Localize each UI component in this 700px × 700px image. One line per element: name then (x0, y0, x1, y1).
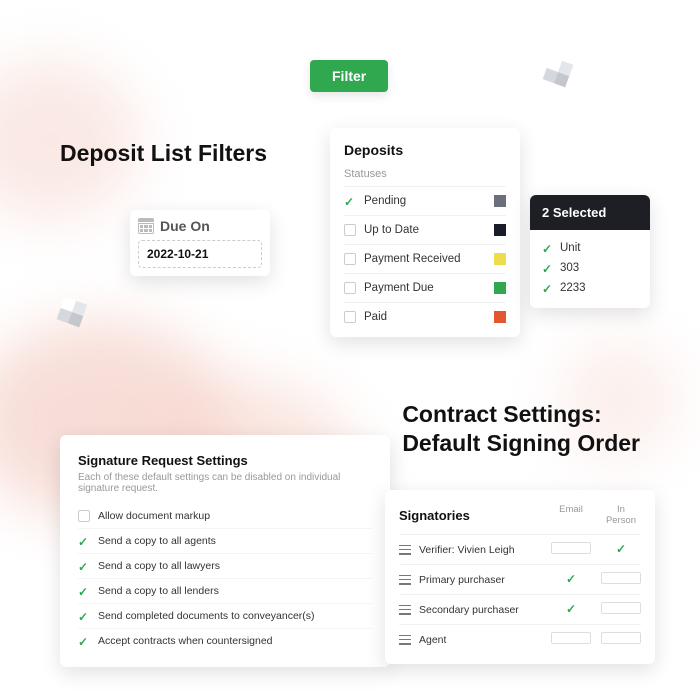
due-on-card: Due On (130, 210, 270, 276)
check-icon (566, 604, 576, 616)
status-swatch (494, 282, 506, 294)
status-row[interactable]: Pending (344, 186, 506, 215)
drag-handle-icon[interactable] (399, 545, 411, 555)
heading-contract-settings: Contract Settings: Default Signing Order (402, 400, 640, 458)
drag-handle-icon[interactable] (399, 605, 411, 615)
setting-row[interactable]: Send completed documents to conveyancer(… (78, 603, 372, 628)
signatories-title: Signatories (399, 508, 470, 523)
check-icon (542, 262, 554, 274)
decorative-cube (543, 57, 574, 88)
status-row[interactable]: Up to Date (344, 215, 506, 244)
status-swatch (494, 195, 506, 207)
selected-item[interactable]: 303 (542, 258, 638, 278)
drag-handle-icon[interactable] (399, 635, 411, 645)
check-icon (542, 282, 554, 294)
setting-row[interactable]: Send a copy to all agents (78, 528, 372, 553)
selected-item[interactable]: 2233 (542, 278, 638, 298)
filter-button[interactable]: Filter (310, 60, 388, 92)
setting-row[interactable]: Send a copy to all lenders (78, 578, 372, 603)
check-icon (344, 195, 356, 207)
checkbox[interactable] (551, 632, 591, 644)
check-icon (542, 242, 554, 254)
status-swatch (494, 224, 506, 236)
checkbox[interactable] (601, 632, 641, 644)
signatory-row[interactable]: Verifier: Vivien Leigh (399, 534, 641, 564)
signatory-row[interactable]: Primary purchaser (399, 564, 641, 594)
due-on-input[interactable] (138, 240, 262, 268)
status-label: Payment Due (364, 282, 434, 294)
signatory-label: Primary purchaser (419, 574, 505, 586)
status-label: Pending (364, 195, 406, 207)
signatory-label: Verifier: Vivien Leigh (419, 544, 515, 556)
checkbox[interactable] (344, 282, 356, 294)
setting-label: Send a copy to all lawyers (98, 560, 220, 572)
selected-label: Unit (560, 242, 580, 254)
status-label: Payment Received (364, 253, 461, 265)
signature-settings-title: Signature Request Settings (78, 453, 372, 468)
selected-item[interactable]: Unit (542, 238, 638, 258)
signatory-row[interactable]: Agent (399, 624, 641, 654)
signature-settings-card: Signature Request Settings Each of these… (60, 435, 390, 667)
status-label: Up to Date (364, 224, 419, 236)
signatory-label: Secondary purchaser (419, 604, 519, 616)
status-row[interactable]: Payment Received (344, 244, 506, 273)
setting-label: Accept contracts when countersigned (98, 635, 273, 647)
checkbox[interactable] (344, 224, 356, 236)
col-inperson: In Person (601, 504, 641, 526)
signatories-card: Signatories Email In Person Verifier: Vi… (385, 490, 655, 664)
check-icon (78, 560, 90, 572)
heading-deposit-filters: Deposit List Filters (60, 140, 267, 167)
drag-handle-icon[interactable] (399, 575, 411, 585)
checkbox[interactable] (344, 311, 356, 323)
checkbox[interactable] (601, 572, 641, 584)
decorative-cube (57, 297, 88, 328)
signature-settings-subtitle: Each of these default settings can be di… (78, 472, 372, 494)
status-label: Paid (364, 311, 387, 323)
status-swatch (494, 253, 506, 265)
checkbox[interactable] (601, 602, 641, 614)
check-icon (78, 535, 90, 547)
col-email: Email (551, 504, 591, 526)
checkbox[interactable] (344, 253, 356, 265)
checkbox[interactable] (551, 542, 591, 554)
selected-label: 2233 (560, 282, 586, 294)
check-icon (78, 610, 90, 622)
status-row[interactable]: Paid (344, 302, 506, 331)
check-icon (566, 574, 576, 586)
check-icon (616, 544, 626, 556)
status-swatch (494, 311, 506, 323)
selected-count-header: 2 Selected (530, 195, 650, 230)
deposits-card: Deposits Statuses Pending Up to Date Payme… (330, 128, 520, 337)
setting-label: Send completed documents to conveyancer(… (98, 610, 315, 622)
check-icon (78, 585, 90, 597)
checkbox[interactable] (78, 510, 90, 522)
setting-row[interactable]: Send a copy to all lawyers (78, 553, 372, 578)
deposits-title: Deposits (344, 142, 506, 158)
selected-label: 303 (560, 262, 579, 274)
signatory-row[interactable]: Secondary purchaser (399, 594, 641, 624)
check-icon (78, 635, 90, 647)
setting-row[interactable]: Allow document markup (78, 504, 372, 528)
due-on-label: Due On (160, 218, 210, 234)
status-row[interactable]: Payment Due (344, 273, 506, 302)
signatory-label: Agent (419, 634, 446, 646)
setting-label: Send a copy to all lenders (98, 585, 219, 597)
calendar-icon (138, 218, 154, 234)
setting-row[interactable]: Accept contracts when countersigned (78, 628, 372, 653)
setting-label: Send a copy to all agents (98, 535, 216, 547)
setting-label: Allow document markup (98, 510, 210, 522)
deposits-subhead: Statuses (344, 168, 506, 180)
selected-card: 2 Selected Unit 303 2233 (530, 195, 650, 308)
